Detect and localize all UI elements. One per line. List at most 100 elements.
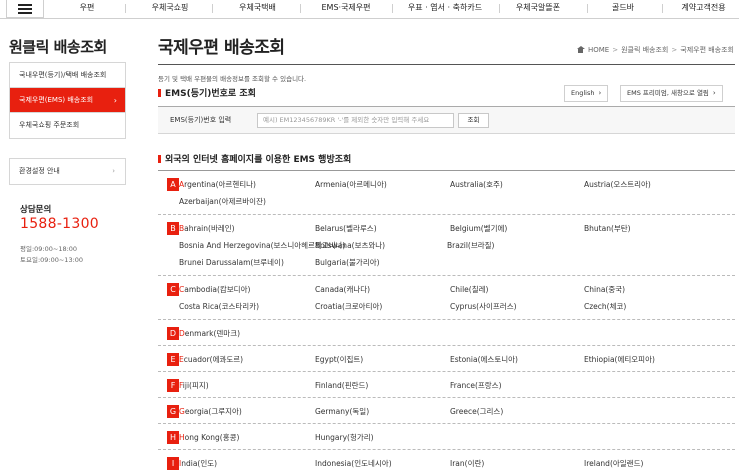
country-link[interactable]: Fiji(피지) [179, 380, 209, 391]
sidebar-item-shopping-order[interactable]: 우체국쇼핑 주문조회 [10, 113, 125, 138]
country-link[interactable]: Brazil(브라질) [447, 240, 494, 251]
menu-button[interactable] [6, 0, 44, 18]
country-link[interactable]: Hong Kong(홍콩) [179, 432, 239, 443]
country-link[interactable]: Belarus(벨라루스) [315, 223, 377, 234]
country-link[interactable]: Costa Rica(코스타리카) [179, 301, 259, 312]
chevron-right-icon: › [712, 89, 716, 97]
country-name-rest: enmark(덴마크) [184, 329, 241, 338]
country-link[interactable]: Ethiopia(에티오피아) [584, 354, 655, 365]
consult-label: 상담문의 [20, 205, 52, 215]
country-link[interactable]: Iran(이란) [450, 458, 484, 469]
nav-item-contract[interactable]: 계약고객전용 [676, 0, 731, 18]
search-label: EMS(등기)번호 입력 [170, 116, 232, 124]
country-link[interactable]: Indonesia(인도네시아) [315, 458, 392, 469]
nav-item-post[interactable]: 우편 [72, 0, 102, 18]
country-link[interactable]: Croatia(크로아티아) [315, 301, 382, 312]
ems-premium-button[interactable]: EMS 프리미엄, 새창으로 열림 › [620, 85, 723, 102]
country-name-rest: iji(피지) [182, 381, 209, 390]
nav-item-parcel[interactable]: 우체국택배 [230, 0, 285, 18]
country-link[interactable]: Bahrain(바레인) [179, 223, 235, 234]
nav-item-goldbar[interactable]: 골드바 [603, 0, 643, 18]
nav-divider [499, 4, 500, 13]
country-link[interactable]: Azerbaijan(아제르바이잔) [179, 196, 266, 207]
letter-badge: G [167, 405, 179, 418]
country-link[interactable]: Cyprus(사이프러스) [450, 301, 517, 312]
country-link[interactable]: Georgia(그루지아) [179, 406, 242, 417]
title-divider [158, 64, 735, 65]
country-link[interactable]: Botswana(보츠와나) [315, 240, 385, 251]
hamburger-icon [18, 3, 32, 14]
letter-group-h: H Hong Kong(홍콩) Hungary(헝가리) [158, 424, 735, 450]
breadcrumb: HOME > 원클릭 배송조회 > 국제우편 배송조회 [576, 45, 734, 55]
nav-item-mobile[interactable]: 우체국알뜰폰 [510, 0, 566, 18]
chevron-right-icon: › [113, 96, 117, 105]
country-link[interactable]: India(인도) [179, 458, 217, 469]
sidebar-title: 원클릭 배송조회 [9, 38, 107, 56]
english-button[interactable]: English › [564, 85, 609, 102]
country-link[interactable]: Armenia(아르메니아) [315, 179, 387, 190]
country-link[interactable]: Czech(체코) [584, 301, 626, 312]
nav-divider [392, 4, 393, 13]
letter-badge: E [167, 353, 179, 366]
top-navigation: 우편 우체국쇼핑 우체국택배 EMS·국제우편 우표 · 엽서 · 축하카드 우… [0, 0, 739, 19]
letter-badge: B [167, 222, 179, 235]
breadcrumb-oneclick[interactable]: 원클릭 배송조회 [621, 46, 668, 54]
letter-badge: C [167, 283, 179, 296]
country-link[interactable]: Canada(캐나다) [315, 284, 370, 295]
letter-group-b: B Bahrain(바레인) Belarus(벨라루스) Belgium(벨기에) Bh… [158, 215, 735, 276]
nav-divider [300, 4, 301, 13]
section-heading-foreign: 외국의 인터넷 홈페이지를 이용한 EMS 행방조회 [158, 152, 351, 165]
country-link[interactable]: Austria(오스트리아) [584, 179, 651, 190]
country-link[interactable]: Denmark(덴마크) [179, 328, 240, 339]
environment-settings-link[interactable]: 환경설정 안내 › [9, 158, 126, 185]
country-link[interactable]: Ecuador(에콰도르) [179, 354, 243, 365]
letter-group-g: G Georgia(그루지아) Germany(독일) Greece(그리스) [158, 398, 735, 424]
nav-item-ems[interactable]: EMS·국제우편 [316, 0, 376, 18]
sidebar-item-domestic[interactable]: 국내우편(등기)/택배 배송조회 [10, 63, 125, 88]
english-button-label: English [571, 89, 595, 97]
country-link[interactable]: Australia(호주) [450, 179, 503, 190]
nav-divider [662, 4, 663, 13]
letter-group-d: D Denmark(덴마크) [158, 320, 735, 346]
country-link[interactable]: Chile(칠레) [450, 284, 488, 295]
country-link[interactable]: Egypt(이집트) [315, 354, 363, 365]
country-link[interactable]: Greece(그리스) [450, 406, 503, 417]
country-link[interactable]: Estonia(에스토니아) [450, 354, 518, 365]
letter-group-c: C Cambodia(캄보디아) Canada(캐나다) Chile(칠레) China… [158, 276, 735, 320]
section-heading-label: EMS(등기)번호로 조회 [165, 89, 256, 99]
letter-group-f: F Fiji(피지) Finland(핀란드) France(프랑스) [158, 372, 735, 398]
country-link[interactable]: Belgium(벨기에) [450, 223, 507, 234]
ems-number-input[interactable]: 예시) EM123456789KR '-'를 제외한 숫자만 입력해 주세요 [257, 113, 454, 128]
saturday-hours: 토요일:09:00~13:00 [20, 256, 84, 264]
search-panel: EMS(등기)번호 입력 예시) EM123456789KR '-'를 제외한 … [158, 106, 735, 134]
country-link[interactable]: France(프랑스) [450, 380, 502, 391]
sidebar-item-label: 국제우편(EMS) 배송조회 [19, 96, 94, 104]
country-link[interactable]: Bhutan(부탄) [584, 223, 631, 234]
country-link[interactable]: Ireland(아일랜드) [584, 458, 643, 469]
letter-badge: I [167, 457, 179, 470]
country-link[interactable]: Brunei Darussalam(브루네이) [179, 257, 284, 268]
country-link[interactable]: Cambodia(캄보디아) [179, 284, 250, 295]
country-name-rest: eorgia(그루지아) [184, 407, 242, 416]
nav-item-shopping[interactable]: 우체국쇼핑 [145, 0, 195, 18]
country-link[interactable]: China(중국) [584, 284, 625, 295]
country-link[interactable]: Argentina(아르헨티나) [179, 179, 256, 190]
country-name-rest: cuador(에콰도르) [183, 355, 244, 364]
country-name-rest: ong Kong(홍콩) [184, 433, 240, 442]
letter-badge: H [167, 431, 179, 444]
letter-badge: F [167, 379, 179, 392]
breadcrumb-home[interactable]: HOME [588, 46, 609, 54]
country-link[interactable]: Germany(독일) [315, 406, 369, 417]
chevron-right-icon: › [112, 167, 115, 175]
search-button[interactable]: 조회 [458, 113, 489, 128]
sidebar-item-international[interactable]: 국제우편(EMS) 배송조회 › [10, 88, 125, 113]
section-marker [158, 89, 161, 97]
nav-divider [125, 4, 126, 13]
country-link[interactable]: Hungary(헝가리) [315, 432, 374, 443]
country-link[interactable]: Bulgaria(불가리아) [315, 257, 380, 268]
page-title: 국제우편 배송조회 [158, 38, 285, 58]
nav-item-stamps[interactable]: 우표 · 엽서 · 축하카드 [403, 0, 487, 18]
country-link[interactable]: Finland(핀란드) [315, 380, 368, 391]
page-description: 등기 및 택배 우편물의 배송정보를 조회할 수 있습니다. [158, 75, 307, 83]
letter-group-a: A Argentina(아르헨티나) Armenia(아르메니아) Australia… [158, 171, 735, 215]
